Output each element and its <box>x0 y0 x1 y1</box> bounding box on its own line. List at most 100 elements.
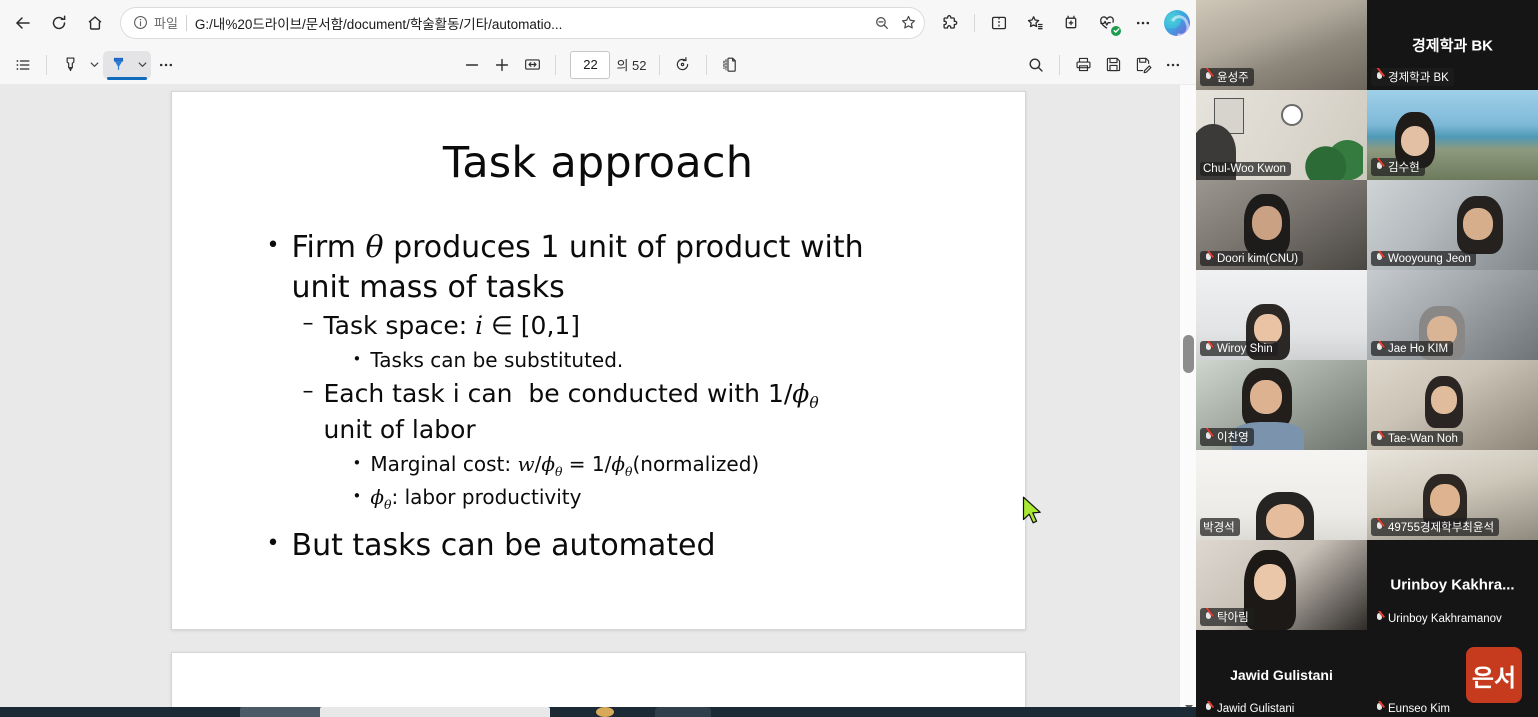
taskbar-item[interactable] <box>596 707 614 717</box>
slide-body: • Firm θ produces 1 unit of product with … <box>267 228 1025 565</box>
slide-bullet-level2: – Each task i can be conducted with 1/ϕθ … <box>303 377 1025 447</box>
participant-name-badge: 경제학과 BK <box>1371 68 1454 86</box>
browser-essentials-button[interactable] <box>1090 6 1124 40</box>
fit-to-page-button[interactable] <box>517 51 547 79</box>
save-as-button[interactable] <box>1128 51 1158 79</box>
participant-tile[interactable]: Urinboy Kakhra... Urinboy Kakhramanov <box>1367 540 1538 630</box>
zoom-in-button[interactable] <box>487 51 517 79</box>
taskbar-item[interactable] <box>240 707 330 717</box>
participant-name: 이찬영 <box>1217 432 1249 444</box>
video-decor <box>1281 104 1303 126</box>
participant-name-badge: Urinboy Kakhramanov <box>1371 611 1507 626</box>
bullet-text: Firm θ produces 1 unit of product with u… <box>291 230 864 305</box>
participant-name-badge: Tae-Wan Noh <box>1371 431 1463 446</box>
zoom-out-button[interactable] <box>457 51 487 79</box>
participant-display-name: Jawid Gulistani <box>1230 667 1333 683</box>
settings-and-more-button[interactable] <box>1126 6 1160 40</box>
favorites-button[interactable] <box>1018 6 1052 40</box>
participant-tile-active-speaker[interactable]: Chul-Woo Kwon <box>1196 90 1367 180</box>
bullet-text: Each task i can be conducted with 1/ϕθ u… <box>323 378 819 445</box>
participant-tile[interactable]: 이찬영 <box>1196 360 1367 450</box>
participant-tile[interactable]: Tae-Wan Noh <box>1367 360 1538 450</box>
video-conference-grid: 윤성주 경제학과 BK 경제학과 BK Chul-Woo Kwon 김수현 Do… <box>1196 0 1538 717</box>
mic-muted-icon <box>1203 342 1214 355</box>
table-of-contents-button[interactable] <box>8 51 38 79</box>
save-button[interactable] <box>1098 51 1128 79</box>
copilot-icon[interactable] <box>1164 9 1190 36</box>
highlight-tool-group[interactable] <box>55 51 103 79</box>
participant-name-badge: Jae Ho KIM <box>1371 341 1454 356</box>
scrollbar-thumb[interactable] <box>1183 335 1194 373</box>
participant-name-badge: Doori kim(CNU) <box>1200 251 1304 266</box>
participant-tile[interactable]: 49755경제학부최윤석 <box>1367 450 1538 540</box>
zoom-out-icon[interactable] <box>869 10 895 36</box>
bullet-marker: • <box>352 349 362 368</box>
mic-muted-icon <box>1203 71 1214 84</box>
highlighter-chevron-down-icon[interactable] <box>85 51 103 79</box>
url-text: G:/내%20드라이브/문서함/document/학술활동/기타/automat… <box>194 16 563 32</box>
page-number-input[interactable]: 22 <box>570 50 611 79</box>
pdf-vertical-scrollbar[interactable] <box>1179 85 1196 717</box>
participant-name: Eunseo Kim <box>1388 702 1451 715</box>
participant-tile[interactable]: Jawid Gulistani Jawid Gulistani <box>1196 630 1367 717</box>
pdf-viewer[interactable]: Task approach • Firm θ produces 1 unit of… <box>0 85 1196 717</box>
pdf-more-options-button[interactable] <box>1158 51 1188 79</box>
participant-tile[interactable]: 경제학과 BK 경제학과 BK <box>1367 0 1538 90</box>
draw-tool-group[interactable] <box>103 50 151 80</box>
avatar: 은서 <box>1466 647 1522 703</box>
participant-tile[interactable]: Wiroy Shin <box>1196 270 1367 360</box>
site-info-icon[interactable] <box>130 13 150 33</box>
pen-chevron-down-icon[interactable] <box>133 51 151 79</box>
slide-bullet-level1: • Firm θ produces 1 unit of product with … <box>267 228 1025 307</box>
extensions-button[interactable] <box>933 6 967 40</box>
essentials-status-badge <box>1111 25 1121 36</box>
taskbar-item[interactable] <box>320 707 550 717</box>
participant-name-badge: Wooyoung Jeon <box>1371 251 1476 266</box>
home-button[interactable] <box>78 6 112 40</box>
screen: 파일 G:/내%20드라이브/문서함/document/학술활동/기타/auto… <box>0 0 1538 717</box>
participant-tile[interactable]: 윤성주 <box>1196 0 1367 90</box>
address-bar[interactable]: 파일 G:/내%20드라이브/문서함/document/학술활동/기타/auto… <box>120 6 925 39</box>
taskbar-item[interactable] <box>655 707 711 717</box>
participant-tile[interactable]: 김수현 <box>1367 90 1538 180</box>
back-button[interactable] <box>6 6 40 40</box>
favorite-star-icon[interactable] <box>895 10 921 36</box>
url-scheme-label: 파일 <box>154 16 178 31</box>
rotate-button[interactable] <box>668 51 698 79</box>
more-tools-button[interactable] <box>151 51 181 79</box>
print-button[interactable] <box>1068 51 1098 79</box>
participant-tile[interactable]: Jae Ho KIM <box>1367 270 1538 360</box>
refresh-button[interactable] <box>42 6 76 40</box>
participant-tile[interactable]: 은서 Eunseo Kim <box>1367 630 1538 717</box>
participant-tile[interactable]: Doori kim(CNU) <box>1196 180 1367 270</box>
participant-tile[interactable]: 탁아림 <box>1196 540 1367 630</box>
participant-name-badge: 탁아림 <box>1200 608 1254 626</box>
current-page-value: 22 <box>583 57 598 72</box>
participant-tile[interactable]: 박경석 <box>1196 450 1367 540</box>
windows-taskbar[interactable] <box>0 707 1196 717</box>
search-button[interactable] <box>1021 51 1051 79</box>
bullet-text: But tasks can be automated <box>291 527 716 563</box>
collections-button[interactable] <box>1054 6 1088 40</box>
browser-navigation-bar: 파일 G:/내%20드라이브/문서함/document/학술활동/기타/auto… <box>0 0 1196 45</box>
participant-name: 탁아림 <box>1217 612 1249 624</box>
video-decor <box>1266 504 1304 538</box>
bullet-text: ϕθ: labor productivity <box>370 485 582 513</box>
video-decor <box>1431 386 1457 414</box>
pen-icon[interactable] <box>103 51 133 79</box>
highlighter-icon[interactable] <box>55 51 85 79</box>
participant-name: Urinboy Kakhramanov <box>1388 612 1502 625</box>
participant-name-badge: Eunseo Kim <box>1371 701 1455 716</box>
mic-muted-icon <box>1203 611 1214 624</box>
participant-name: Tae-Wan Noh <box>1388 432 1458 445</box>
video-decor <box>1401 126 1429 156</box>
page-view-button[interactable] <box>715 51 745 79</box>
slide-bullet-level2: – Task space: i ∈ [0,1] <box>303 309 1025 343</box>
video-decor <box>1254 564 1286 600</box>
split-screen-button[interactable] <box>982 6 1016 40</box>
video-decor <box>1463 208 1493 240</box>
pdf-toolbar-divider-3 <box>658 54 660 75</box>
bullet-text: Marginal cost: w/ϕθ = 1/ϕθ(normalized) <box>370 451 760 479</box>
participant-tile[interactable]: Wooyoung Jeon <box>1367 180 1538 270</box>
pdf-page-current: Task approach • Firm θ produces 1 unit of… <box>170 91 1026 631</box>
